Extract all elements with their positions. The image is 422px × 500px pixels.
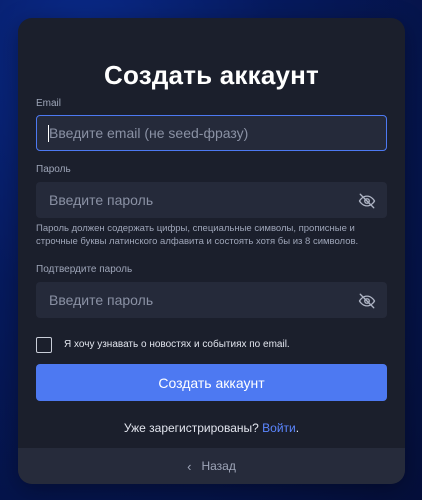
email-input[interactable] xyxy=(37,116,386,150)
confirm-password-field-wrapper xyxy=(36,282,387,318)
login-prompt: Уже зарегистрированы? Войти. xyxy=(18,421,405,435)
login-suffix: . xyxy=(295,421,300,435)
text-caret xyxy=(48,125,49,142)
confirm-password-input[interactable] xyxy=(37,283,386,317)
password-input[interactable] xyxy=(37,183,386,217)
confirm-password-label: Подтвердите пароль xyxy=(36,264,133,275)
email-field-wrapper xyxy=(36,115,387,151)
password-hint: Пароль должен содержать цифры, специальн… xyxy=(36,223,359,247)
back-button[interactable]: ‹ Назад xyxy=(18,448,405,484)
already-registered-text: Уже зарегистрированы? xyxy=(123,421,259,435)
create-account-button[interactable]: Создать аккаунт xyxy=(36,364,387,401)
eye-off-icon[interactable] xyxy=(358,192,376,210)
page-title: Создать аккаунт xyxy=(104,60,319,90)
newsletter-label: Я хочу узнавать о новостях и событиях по… xyxy=(64,339,290,350)
email-label: Email xyxy=(36,98,62,109)
eye-off-icon[interactable] xyxy=(358,292,376,310)
back-label: Назад xyxy=(201,459,236,473)
login-link[interactable]: Войти xyxy=(262,421,296,435)
password-field-wrapper xyxy=(36,182,387,218)
password-label: Пароль xyxy=(36,164,71,175)
signup-card: Создать аккаунт Email Пароль Пароль долж… xyxy=(18,18,405,484)
chevron-left-icon: ‹ xyxy=(187,458,192,474)
newsletter-checkbox[interactable] xyxy=(36,337,52,353)
